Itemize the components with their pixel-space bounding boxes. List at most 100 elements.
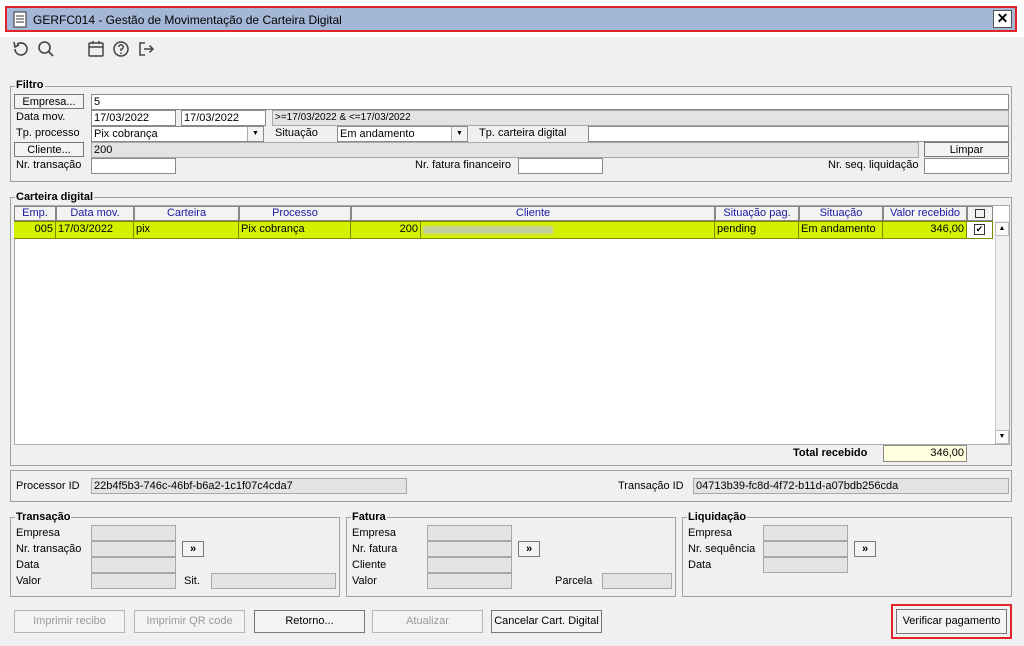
liquidacao-nr-field [763, 541, 848, 557]
col-header-data-mov[interactable]: Data mov. [56, 206, 134, 221]
transacao-label: Transação [15, 511, 72, 523]
filtro-label: Filtro [15, 79, 45, 91]
tp-processo-value: Pix cobrança [94, 128, 158, 140]
scroll-down-icon[interactable]: ▼ [995, 430, 1009, 444]
situacao-value: Em andamento [340, 128, 415, 140]
col-header-emp[interactable]: Emp. [14, 206, 56, 221]
col-header-select[interactable] [967, 206, 993, 221]
liquidacao-data-label: Data [688, 559, 712, 571]
chevron-down-icon[interactable]: ▼ [451, 127, 467, 141]
fatura-go-button[interactable]: » [518, 541, 540, 557]
data-expression: >=17/03/2022 & <=17/03/2022 [272, 110, 1009, 126]
exit-icon[interactable] [137, 40, 155, 58]
processor-id-field[interactable]: 22b4f5b3-746c-46bf-b6a2-1c1f07c4cda7 [91, 478, 407, 494]
chevron-down-icon[interactable]: ▼ [247, 127, 263, 141]
cell-data-mov: 17/03/2022 [56, 222, 134, 238]
nr-seq-field[interactable] [924, 158, 1009, 174]
cell-situacao: Em andamento [799, 222, 883, 238]
atualizar-button[interactable]: Atualizar [372, 610, 483, 633]
empresa-button[interactable]: Empresa... [14, 94, 84, 109]
col-header-situacao[interactable]: Situação [799, 206, 883, 221]
window-title: GERFC014 - Gestão de Movimentação de Car… [33, 13, 342, 27]
cell-carteira: pix [134, 222, 239, 238]
check-icon: ✔ [974, 224, 985, 235]
undo-icon[interactable] [11, 40, 29, 58]
fatura-parcela-field [602, 573, 672, 589]
transacao-sit-label: Sit. [184, 575, 200, 587]
empresa-field[interactable]: 5 [91, 94, 1009, 110]
transacao-sit-field [211, 573, 336, 589]
data-to-field[interactable]: 17/03/2022 [181, 110, 266, 126]
cell-cliente: 200 [351, 222, 421, 238]
title-bar: GERFC014 - Gestão de Movimentação de Car… [0, 0, 1024, 37]
cell-cliente-name-redacted [421, 222, 715, 238]
liquidacao-nr-label: Nr. sequência [688, 543, 756, 555]
col-header-processo[interactable]: Processo [239, 206, 351, 221]
transacao-id-field[interactable]: 04713b39-fc8d-4f72-b11d-a07bdb256cda [693, 478, 1009, 494]
col-header-cliente[interactable]: Cliente [351, 206, 715, 221]
cliente-field[interactable]: 200 [91, 142, 919, 158]
calendar-icon[interactable] [87, 40, 105, 58]
fatura-empresa-label: Empresa [352, 527, 397, 539]
transacao-data-label: Data [16, 559, 40, 571]
col-header-situacao-pag[interactable]: Situação pag. [715, 206, 799, 221]
transacao-id-label: Transação ID [618, 480, 684, 492]
transacao-valor-field [91, 573, 176, 589]
tp-carteira-field[interactable] [588, 126, 1009, 142]
liquidacao-data-field [763, 557, 848, 573]
cliente-button[interactable]: Cliente... [14, 142, 84, 157]
tp-processo-select[interactable]: Pix cobrança ▼ [91, 126, 264, 142]
data-mov-label: Data mov. [16, 111, 66, 123]
carteira-grid [14, 205, 1010, 445]
nr-fatura-label: Nr. fatura financeiro [415, 159, 511, 171]
data-from-field[interactable]: 17/03/2022 [91, 110, 176, 126]
col-header-carteira[interactable]: Carteira [134, 206, 239, 221]
blurred-name [423, 226, 553, 234]
col-header-valor[interactable]: Valor recebido [883, 206, 967, 221]
imprimir-qr-button[interactable]: Imprimir QR code [134, 610, 245, 633]
transacao-go-button[interactable]: » [182, 541, 204, 557]
carteira-label: Carteira digital [15, 191, 95, 203]
verificar-pagamento-button[interactable]: Verificar pagamento [896, 609, 1007, 634]
nr-transacao-label: Nr. transação [16, 159, 82, 171]
liquidacao-label: Liquidação [687, 511, 748, 523]
help-icon[interactable] [112, 40, 130, 58]
cell-valor: 346,00 [883, 222, 967, 238]
liquidacao-empresa-label: Empresa [688, 527, 733, 539]
cell-situacao-pag: pending [715, 222, 799, 238]
transacao-nr-field [91, 541, 176, 557]
fatura-nr-field [427, 541, 512, 557]
fatura-parcela-label: Parcela [555, 575, 593, 587]
nr-transacao-field[interactable] [91, 158, 176, 174]
transacao-valor-label: Valor [16, 575, 41, 587]
scroll-up-icon[interactable]: ▲ [995, 222, 1009, 236]
fatura-cliente-label: Cliente [352, 559, 387, 571]
transacao-empresa-label: Empresa [16, 527, 61, 539]
nr-seq-label: Nr. seq. liquidação [828, 159, 919, 171]
total-recebido-value: 346,00 [883, 445, 967, 462]
row-checkbox[interactable]: ✔ [967, 222, 993, 238]
transacao-nr-label: Nr. transação [16, 543, 82, 555]
fatura-empresa-field [427, 525, 512, 541]
document-icon [13, 11, 27, 28]
retorno-button[interactable]: Retorno... [254, 610, 365, 633]
cancelar-carteira-button[interactable]: Cancelar Cart. Digital [491, 610, 602, 633]
fatura-valor-label: Valor [352, 575, 377, 587]
limpar-button[interactable]: Limpar [924, 142, 1009, 157]
fatura-cliente-field [427, 557, 512, 573]
scrollbar[interactable] [995, 221, 1009, 444]
nr-fatura-field[interactable] [518, 158, 603, 174]
search-icon[interactable] [37, 40, 55, 58]
situacao-select[interactable]: Em andamento ▼ [337, 126, 468, 142]
situacao-label: Situação [275, 127, 318, 139]
cell-processo: Pix cobrança [239, 222, 351, 238]
imprimir-recibo-button[interactable]: Imprimir recibo [14, 610, 125, 633]
close-button[interactable]: ✕ [993, 10, 1012, 28]
tp-processo-label: Tp. processo [16, 127, 80, 139]
transacao-data-field [91, 557, 176, 573]
fatura-label: Fatura [351, 511, 387, 523]
checkbox-icon[interactable] [975, 209, 985, 218]
liquidacao-go-button[interactable]: » [854, 541, 876, 557]
fatura-nr-label: Nr. fatura [352, 543, 398, 555]
title-highlight: GERFC014 - Gestão de Movimentação de Car… [5, 6, 1017, 32]
